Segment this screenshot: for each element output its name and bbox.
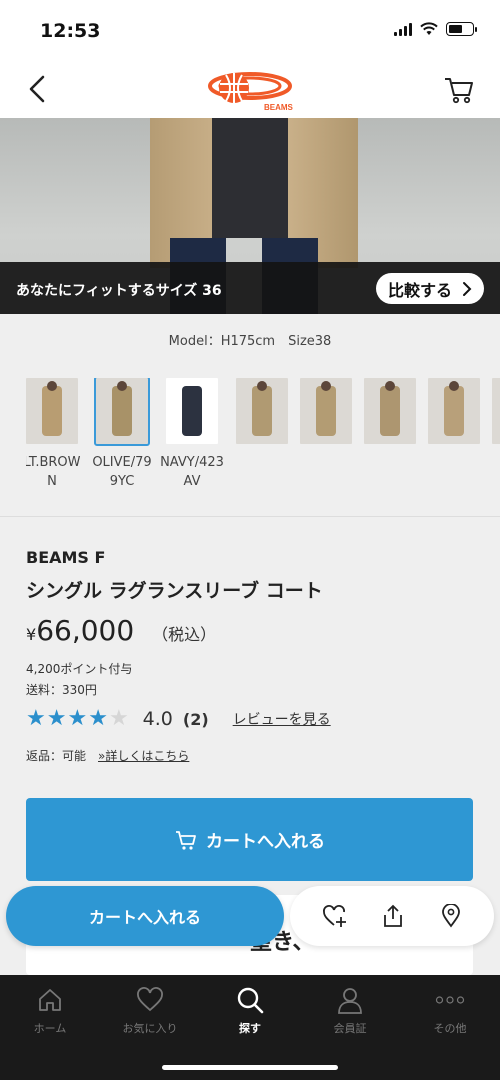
star-filled-icon: ★ xyxy=(26,706,46,731)
variant-thumbnail[interactable]: OLIVE/799YC xyxy=(92,378,154,491)
model-info: Model：H175cm Size38 xyxy=(168,334,332,349)
favorite-add-icon xyxy=(323,905,346,927)
variant-image xyxy=(26,378,78,444)
variant-image xyxy=(166,378,218,444)
variant-thumbnail[interactable] xyxy=(300,378,352,491)
floating-actions xyxy=(290,886,494,946)
cart-icon xyxy=(445,78,473,104)
favorite-add-button[interactable] xyxy=(321,902,349,930)
rating-row: ★ ★ ★ ★ ★ 4.0 (2) レビューを見る xyxy=(26,708,331,731)
heart-icon xyxy=(137,987,163,1012)
tab-search[interactable]: 探す xyxy=(200,985,300,1036)
rating-count: (2) xyxy=(182,709,209,729)
location-pin-icon xyxy=(442,904,460,928)
status-bar: 12:53 xyxy=(0,0,500,60)
more-icon xyxy=(435,996,465,1004)
variant-label: LT.BROWN xyxy=(26,455,81,489)
tab-search-label: 探す xyxy=(239,1022,261,1035)
add-to-cart-button[interactable]: カートへ入れる xyxy=(26,798,473,881)
brand-name[interactable]: BEAMS F xyxy=(26,548,105,567)
variant-thumbnail[interactable]: NAVY/423AV xyxy=(160,378,224,491)
cart-icon xyxy=(176,830,196,850)
tab-favorites-label: お気に入り xyxy=(122,1022,178,1035)
cellular-signal-icon xyxy=(394,22,412,36)
home-indicator xyxy=(162,1065,338,1070)
search-icon xyxy=(237,987,264,1014)
tax-note: （税込） xyxy=(152,625,217,644)
variant-thumbnail[interactable] xyxy=(492,378,500,491)
fit-size-bar: あなたにフィットするサイズ 36 比較する xyxy=(0,262,500,314)
chevron-left-icon xyxy=(29,75,45,103)
floating-add-to-cart-button[interactable]: カートへ入れる xyxy=(6,886,284,946)
star-filled-icon: ★ xyxy=(67,706,88,731)
logo-text: BEAMS xyxy=(264,103,294,112)
tab-more[interactable]: その他 xyxy=(400,985,500,1036)
tab-favorites[interactable]: お気に入り xyxy=(100,985,200,1036)
variant-label: NAVY/423AV xyxy=(160,455,224,489)
share-button[interactable] xyxy=(379,902,407,930)
tab-member-card[interactable]: 会員証 xyxy=(300,985,400,1036)
add-to-cart-label: カートへ入れる xyxy=(206,832,325,852)
review-link[interactable]: レビューを見る xyxy=(233,709,331,729)
divider xyxy=(0,516,500,517)
beams-logo[interactable]: BEAMS xyxy=(204,66,296,114)
variant-thumbnail[interactable] xyxy=(364,378,416,491)
price: 66,000 xyxy=(36,614,135,647)
variant-label: OLIVE/799YC xyxy=(92,455,152,489)
home-icon xyxy=(39,989,61,1011)
variant-thumbnails: LT.BROWN OLIVE/799YC NAVY/423AV xyxy=(26,378,500,491)
variant-thumbnail[interactable] xyxy=(428,378,480,491)
tab-bar: ホーム お気に入り 探す 会員証 その他 xyxy=(0,975,500,1080)
tab-more-label: その他 xyxy=(433,1022,467,1035)
compare-button[interactable]: 比較する xyxy=(375,273,484,304)
variant-image xyxy=(364,378,416,444)
member-icon xyxy=(338,988,362,1014)
rating-value: 4.0 xyxy=(142,708,173,730)
status-icons xyxy=(394,22,477,36)
price-currency: ¥ xyxy=(26,625,37,644)
chevron-right-icon xyxy=(463,281,472,296)
variant-image xyxy=(428,378,480,444)
cart-button[interactable] xyxy=(442,72,476,106)
store-location-button[interactable] xyxy=(437,902,465,930)
returns-row: 返品：可能 »詳しくはこちら xyxy=(26,747,189,764)
variant-thumbnail[interactable]: LT.BROWN xyxy=(26,378,84,491)
variant-image xyxy=(236,378,288,444)
rating-stars: ★ ★ ★ ★ ★ xyxy=(26,708,129,730)
tab-home[interactable]: ホーム xyxy=(0,985,100,1036)
star-empty-icon: ★ xyxy=(108,706,129,731)
floating-cart-label: カートへ入れる xyxy=(88,908,201,927)
star-filled-icon: ★ xyxy=(46,706,67,731)
fit-size-text: あなたにフィットするサイズ 36 xyxy=(16,283,222,299)
variant-thumbnail[interactable] xyxy=(236,378,288,491)
product-name: シングル ラグランスリーブ コート xyxy=(26,580,323,602)
variant-image xyxy=(492,378,500,444)
variant-image xyxy=(94,378,150,446)
shipping-text: 送料：330円 xyxy=(26,683,97,697)
status-time: 12:53 xyxy=(40,20,101,42)
variant-image xyxy=(300,378,352,444)
returns-details-link[interactable]: »詳しくはこちら xyxy=(98,747,189,764)
star-filled-icon: ★ xyxy=(88,706,108,731)
points-text: 4,200ポイント付与 xyxy=(26,662,133,676)
battery-icon xyxy=(446,22,477,36)
wifi-icon xyxy=(420,22,438,35)
share-icon xyxy=(384,904,402,927)
tab-home-label: ホーム xyxy=(33,1022,67,1035)
returns-text: 返品：可能 xyxy=(26,749,87,763)
app-header: BEAMS xyxy=(0,60,500,118)
compare-label: 比較する xyxy=(387,280,452,300)
tab-member-card-label: 会員証 xyxy=(333,1022,367,1035)
back-button[interactable] xyxy=(22,72,52,106)
price-row: ¥ 66,000 （税込） xyxy=(26,614,216,647)
